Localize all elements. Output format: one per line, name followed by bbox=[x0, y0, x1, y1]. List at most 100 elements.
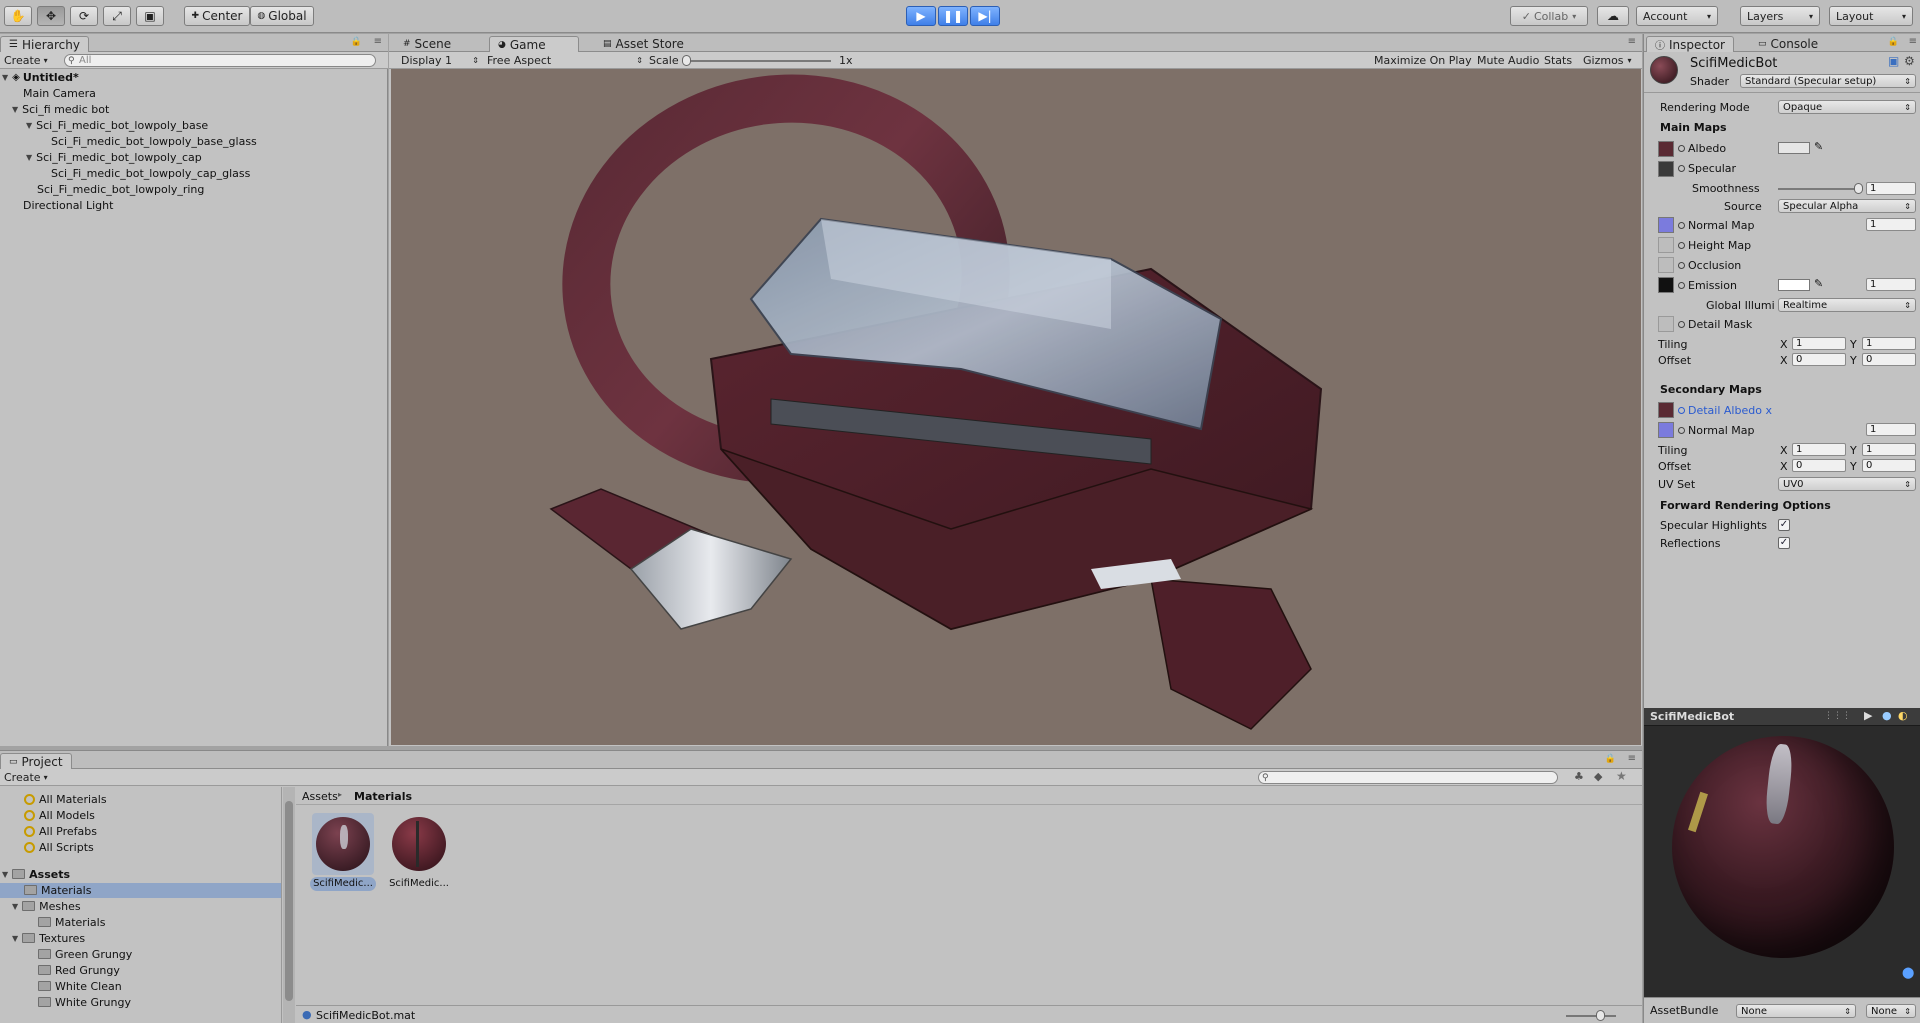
lock-icon[interactable]: 🔒 bbox=[1605, 754, 1616, 764]
offset-x-field[interactable]: 0 bbox=[1792, 353, 1846, 366]
hierarchy-item[interactable]: ▼ Sci_Fi_medic_bot_lowpoly_base bbox=[26, 117, 208, 133]
assets-root[interactable]: ▼ Assets bbox=[2, 866, 70, 882]
tab-hierarchy[interactable]: ☰ Hierarchy bbox=[0, 36, 89, 52]
hierarchy-item[interactable]: Sci_Fi_medic_bot_lowpoly_ring bbox=[37, 181, 204, 197]
foldout-open-icon[interactable]: ▼ bbox=[12, 934, 18, 943]
height-map-texture-slot[interactable] bbox=[1658, 237, 1674, 253]
tiling-x-field[interactable]: 1 bbox=[1792, 337, 1846, 350]
project-tree-item-mesh-materials[interactable]: Materials bbox=[38, 914, 105, 930]
global-illum-dropdown[interactable]: Realtime ⇕ bbox=[1778, 298, 1916, 312]
panel-menu-icon[interactable]: ≡ bbox=[1909, 36, 1917, 47]
foldout-open-icon[interactable]: ▼ bbox=[12, 105, 18, 114]
gizmos-dropdown[interactable]: Gizmos ▾ bbox=[1583, 54, 1632, 67]
albedo-texture-slot[interactable] bbox=[1658, 141, 1674, 157]
smoothness-field[interactable]: 1 bbox=[1866, 182, 1916, 195]
rendering-mode-dropdown[interactable]: Opaque ⇕ bbox=[1778, 100, 1916, 114]
rect-tool-button[interactable]: ▣ bbox=[136, 6, 164, 26]
sphere-icon[interactable]: ● bbox=[1882, 709, 1892, 722]
occlusion-texture-slot[interactable] bbox=[1658, 257, 1674, 273]
foldout-open-icon[interactable]: ▼ bbox=[2, 73, 8, 82]
asset-item[interactable]: ScifiMedic... bbox=[310, 813, 376, 893]
tab-project[interactable]: ▭ Project bbox=[0, 753, 72, 769]
detail-mask-texture-slot[interactable] bbox=[1658, 316, 1674, 332]
favorite-item[interactable]: All Scripts bbox=[24, 839, 94, 855]
filter-type-icon[interactable]: ♣ bbox=[1574, 770, 1584, 783]
lock-icon[interactable]: 🔒 bbox=[351, 37, 362, 47]
project-tree-item-green-grungy[interactable]: Green Grungy bbox=[38, 946, 132, 962]
favorite-star-icon[interactable]: ★ bbox=[1616, 769, 1627, 783]
assetbundle-dropdown[interactable]: None ⇕ bbox=[1736, 1004, 1856, 1018]
project-tree-scrollbar[interactable] bbox=[283, 787, 295, 1023]
tab-game[interactable]: ◕ Game bbox=[489, 36, 579, 52]
normal-map2-field[interactable]: 1 bbox=[1866, 423, 1916, 436]
foldout-open-icon[interactable]: ▼ bbox=[12, 902, 18, 911]
project-tree-item-red-grungy[interactable]: Red Grungy bbox=[38, 962, 120, 978]
shader-dropdown[interactable]: Standard (Specular setup) ⇕ bbox=[1740, 74, 1916, 88]
offset2-x-field[interactable]: 0 bbox=[1792, 459, 1846, 472]
eyedropper-icon[interactable]: ✎ bbox=[1814, 140, 1823, 153]
lock-icon[interactable]: 🔒 bbox=[1888, 37, 1899, 47]
picker-dot-icon[interactable] bbox=[1678, 407, 1685, 414]
favorite-item[interactable]: All Prefabs bbox=[24, 823, 97, 839]
filter-label-icon[interactable]: ◆ bbox=[1594, 770, 1602, 783]
light-icon[interactable]: ◐ bbox=[1898, 709, 1908, 722]
smoothness-slider-thumb[interactable] bbox=[1854, 183, 1863, 194]
eyedropper-icon[interactable]: ✎ bbox=[1814, 277, 1823, 290]
layers-dropdown[interactable]: Layers ▾ bbox=[1740, 6, 1820, 26]
panel-menu-icon[interactable]: ≡ bbox=[1628, 753, 1636, 764]
asset-item[interactable]: ScifiMedic... bbox=[388, 813, 450, 893]
hierarchy-item[interactable]: Directional Light bbox=[23, 197, 113, 213]
breadcrumb-root[interactable]: Assets bbox=[302, 790, 338, 803]
emission-texture-slot[interactable] bbox=[1658, 277, 1674, 293]
hierarchy-create-button[interactable]: Create ▾ bbox=[4, 54, 48, 67]
tab-scene[interactable]: # Scene bbox=[395, 36, 459, 52]
pivot-center-button[interactable]: ✚ Center bbox=[184, 6, 250, 26]
picker-dot-icon[interactable] bbox=[1678, 242, 1685, 249]
specular-texture-slot[interactable] bbox=[1658, 161, 1674, 177]
reflections-checkbox[interactable]: ✓ bbox=[1778, 537, 1790, 549]
maximize-on-play-toggle[interactable]: Maximize On Play bbox=[1374, 54, 1472, 67]
albedo-color-swatch[interactable] bbox=[1778, 142, 1810, 154]
project-tree-item-materials[interactable]: Materials bbox=[24, 882, 91, 898]
game-viewport[interactable] bbox=[391, 69, 1641, 745]
specular-highlights-checkbox[interactable]: ✓ bbox=[1778, 519, 1790, 531]
scale-slider-thumb[interactable] bbox=[682, 55, 691, 66]
normal-map2-texture-slot[interactable] bbox=[1658, 422, 1674, 438]
panel-menu-icon[interactable]: ≡ bbox=[1628, 36, 1636, 47]
hierarchy-search-input[interactable]: ⚲ All bbox=[64, 54, 376, 67]
source-dropdown[interactable]: Specular Alpha ⇕ bbox=[1778, 199, 1916, 213]
pause-button[interactable]: ❚❚ bbox=[938, 6, 968, 26]
scale-slider[interactable] bbox=[685, 60, 831, 62]
hierarchy-item[interactable]: ▼ Sci_Fi_medic_bot_lowpoly_cap bbox=[26, 149, 202, 165]
tag-icon[interactable]: ⬤ bbox=[1902, 966, 1914, 979]
breadcrumb-current[interactable]: Materials bbox=[354, 790, 412, 803]
scale-tool-button[interactable]: ⤢ bbox=[103, 6, 131, 26]
foldout-open-icon[interactable]: ▼ bbox=[2, 870, 8, 879]
hierarchy-item[interactable]: Main Camera bbox=[23, 85, 96, 101]
emission-field[interactable]: 1 bbox=[1866, 278, 1916, 291]
cloud-button[interactable]: ☁ bbox=[1597, 6, 1629, 26]
tab-console[interactable]: ▭ Console bbox=[1750, 36, 1826, 52]
collab-dropdown[interactable]: ✓ Collab ▾ bbox=[1510, 6, 1588, 26]
step-button[interactable]: ▶| bbox=[970, 6, 1000, 26]
scrollbar-thumb[interactable] bbox=[285, 801, 293, 1001]
play-icon[interactable]: ▶ bbox=[1864, 709, 1872, 722]
play-button[interactable]: ▶ bbox=[906, 6, 936, 26]
offset2-y-field[interactable]: 0 bbox=[1862, 459, 1916, 472]
smoothness-slider[interactable] bbox=[1778, 188, 1858, 190]
tiling2-y-field[interactable]: 1 bbox=[1862, 443, 1916, 456]
layout-dropdown[interactable]: Layout ▾ bbox=[1829, 6, 1913, 26]
project-tree-item-textures[interactable]: ▼ Textures bbox=[12, 930, 85, 946]
foldout-open-icon[interactable]: ▼ bbox=[26, 121, 32, 130]
normal-map-field[interactable]: 1 bbox=[1866, 218, 1916, 231]
scene-root[interactable]: ▼ ◈ Untitled* bbox=[2, 69, 79, 85]
picker-dot-icon[interactable] bbox=[1678, 222, 1685, 229]
picker-dot-icon[interactable] bbox=[1678, 262, 1685, 269]
aspect-dropdown[interactable]: Free Aspect ⇕ bbox=[487, 54, 643, 67]
gear-icon[interactable]: ⚙ bbox=[1904, 54, 1915, 68]
foldout-open-icon[interactable]: ▼ bbox=[26, 153, 32, 162]
favorite-item[interactable]: All Materials bbox=[24, 791, 107, 807]
display-dropdown[interactable]: Display 1 ⇕ bbox=[401, 54, 479, 67]
project-tree-item-meshes[interactable]: ▼ Meshes bbox=[12, 898, 81, 914]
help-icon[interactable]: ▣ bbox=[1888, 54, 1899, 68]
